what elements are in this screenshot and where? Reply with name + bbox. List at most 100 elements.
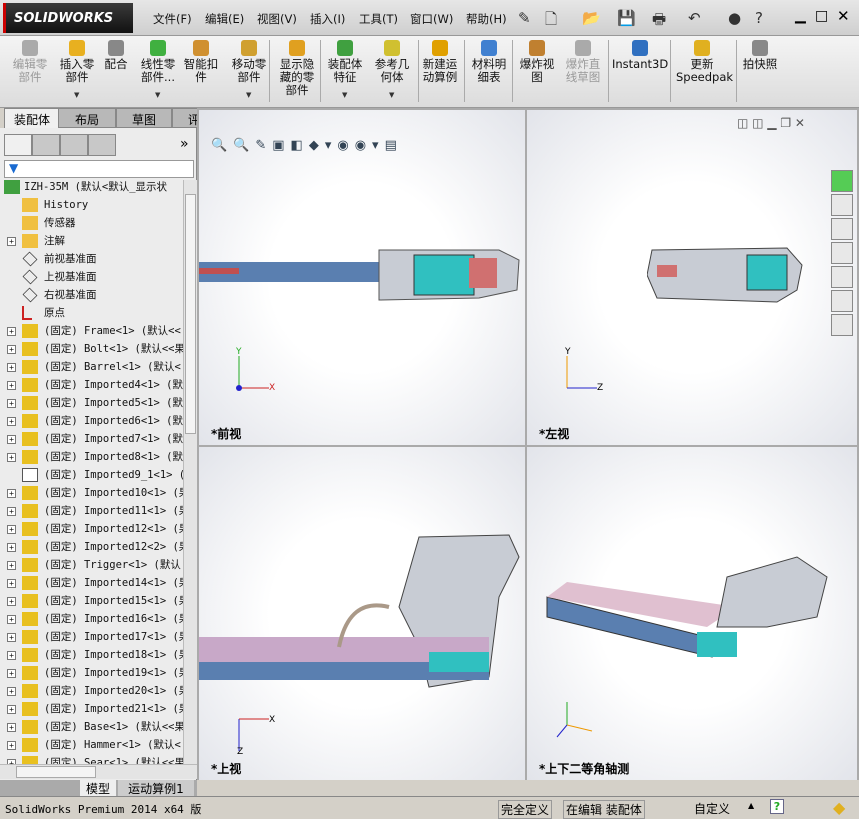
expand-icon[interactable]: + [7,237,16,246]
tree-item[interactable]: + (固定) Imported4<1> (默 [0,376,183,394]
dropdown-arrow-icon[interactable]: ▼ [155,91,160,99]
command-button[interactable]: 新建运 动算例 [418,40,462,84]
expand-icon[interactable]: + [7,705,16,714]
tree-item[interactable]: + (固定) Imported6<1> (默 [0,412,183,430]
dropdown-arrow-icon[interactable]: ▼ [389,91,394,99]
tree-item[interactable]: + (固定) Imported16<1> (果 [0,610,183,628]
home-icon[interactable] [831,194,853,216]
menu-item[interactable]: 窗口(W) [410,11,453,27]
tree-item[interactable]: + (固定) Frame<1> (默认<< [0,322,183,340]
command-button[interactable]: Instant3D [612,40,668,71]
file-explorer-icon[interactable] [831,242,853,264]
menu-item[interactable]: 视图(V) [257,11,297,27]
tree-item[interactable]: + (固定) Imported14<1> (果 [0,574,183,592]
dropdown-arrow-icon[interactable]: ▼ [342,91,347,99]
minimize-button[interactable]: ▁ [795,8,806,24]
undo-icon[interactable]: ↶ [688,9,701,27]
menu-item[interactable]: 编辑(E) [205,11,244,27]
new-file-icon[interactable]: 🗋 [545,9,557,34]
tree-item[interactable]: 前视基准面 [0,250,183,268]
units-up-arrow[interactable]: ▲ [748,801,754,810]
expand-icon[interactable]: + [7,435,16,444]
tree-root[interactable]: IZH-35M (默认<默认_显示状 [0,180,183,196]
tree-item[interactable]: (固定) Imported9_1<1> ( [0,466,183,484]
tree-item[interactable]: + (固定) Trigger<1> (默认 [0,556,183,574]
command-button[interactable]: 更新 Speedpak [676,40,733,84]
restore-button[interactable]: □ [815,8,828,24]
expand-icon[interactable]: + [7,633,16,642]
heads-up-view-toolbar[interactable]: 🔍🔍✎▣◧◆▾◉◉▾▤ [211,138,403,153]
expand-icon[interactable]: + [7,669,16,678]
expand-icon[interactable]: + [7,651,16,660]
dropdown-arrow-icon[interactable]: ▼ [74,91,79,99]
tree-item[interactable]: 上视基准面 [0,268,183,286]
print-icon[interactable]: 🖶 [652,9,666,34]
tab-property-manager[interactable] [32,134,60,156]
expand-icon[interactable]: + [7,381,16,390]
menu-item[interactable]: 文件(F) [153,11,192,27]
expand-icon[interactable]: + [7,597,16,606]
tab-2[interactable]: 草图 [116,108,172,128]
tab-0[interactable]: 装配体 [4,108,60,128]
save-icon[interactable]: 💾 [617,9,636,27]
dropdown-arrow-icon[interactable]: ▼ [246,91,251,99]
expand-panel-button[interactable]: » [180,136,189,152]
expand-icon[interactable]: + [7,453,16,462]
tree-item[interactable]: + 注解 [0,232,183,250]
tree-item[interactable]: + (固定) Hammer<1> (默认< [0,736,183,754]
tab-model[interactable]: 模型 [80,780,116,796]
hscroll-thumb[interactable] [16,766,96,778]
pin-icon[interactable]: ✎ [518,9,531,27]
help-icon[interactable]: ? [755,9,763,27]
expand-icon[interactable]: + [7,687,16,696]
menu-item[interactable]: 工具(T) [359,11,398,27]
tree-item[interactable]: + (固定) Barrel<1> (默认< [0,358,183,376]
help-icon[interactable]: ? [770,799,784,814]
expand-icon[interactable]: + [7,543,16,552]
command-button[interactable]: 配合 [100,40,132,71]
tree-item[interactable]: + (固定) Imported21<1> (果 [0,700,183,718]
tab-configuration-manager[interactable] [60,134,88,156]
tree-item[interactable]: + (固定) Imported7<1> (默 [0,430,183,448]
open-icon[interactable]: 📂 [582,9,601,27]
expand-icon[interactable]: + [7,615,16,624]
tree-item[interactable]: + (固定) Bolt<1> (默认<<果 [0,340,183,358]
tree-vertical-scrollbar[interactable] [183,180,197,764]
tree-item[interactable]: + (固定) Imported11<1> (果 [0,502,183,520]
tree-item[interactable]: + (固定) Imported20<1> (果 [0,682,183,700]
menu-item[interactable]: 插入(I) [310,11,345,27]
tree-item[interactable]: History [0,196,183,214]
command-button[interactable]: 材料明 细表 [468,40,510,84]
design-library-icon[interactable] [831,218,853,240]
command-button[interactable]: 爆炸视 图 [516,40,558,84]
tree-item[interactable]: + (固定) Imported5<1> (默 [0,394,183,412]
expand-icon[interactable]: + [7,723,16,732]
traffic-light-icon[interactable]: ● [728,9,741,27]
tag-icon[interactable]: ◆ [833,798,845,817]
expand-icon[interactable]: + [7,489,16,498]
tab-display-manager[interactable] [88,134,116,156]
appearances-icon[interactable] [831,290,853,312]
tree-item[interactable]: + (固定) Imported17<1> (果 [0,628,183,646]
viewport-controls[interactable]: ◫ ◫ ▁ ❐ ✕ [737,116,805,130]
expand-icon[interactable]: + [7,507,16,516]
tree-item[interactable]: + (固定) Imported8<1> (默 [0,448,183,466]
tree-horizontal-scrollbar[interactable] [0,764,197,779]
tree-item[interactable]: + (固定) Base<1> (默认<<果 [0,718,183,736]
tree-item[interactable]: 传感器 [0,214,183,232]
viewport-left[interactable]: ◫ ◫ ▁ ❐ ✕ Y Z *左视 [527,110,857,445]
command-button[interactable]: 线性零 部件... [137,40,179,84]
menu-item[interactable]: 帮助(H) [466,11,507,27]
tab-1[interactable]: 布局 [58,108,116,128]
command-button[interactable]: 爆炸直 线草图 [562,40,604,84]
tab-feature-manager[interactable] [4,134,32,156]
expand-icon[interactable]: + [7,579,16,588]
tree-item[interactable]: 原点 [0,304,183,322]
scroll-thumb[interactable] [185,194,196,434]
command-button[interactable]: 显示隐 藏的零 部件 [276,40,318,97]
tree-item[interactable]: + (固定) Imported18<1> (果 [0,646,183,664]
resources-icon[interactable] [831,170,853,192]
expand-icon[interactable]: + [7,345,16,354]
command-button[interactable]: 参考几 何体 [372,40,412,84]
units-selector[interactable]: 自定义 [694,800,730,817]
